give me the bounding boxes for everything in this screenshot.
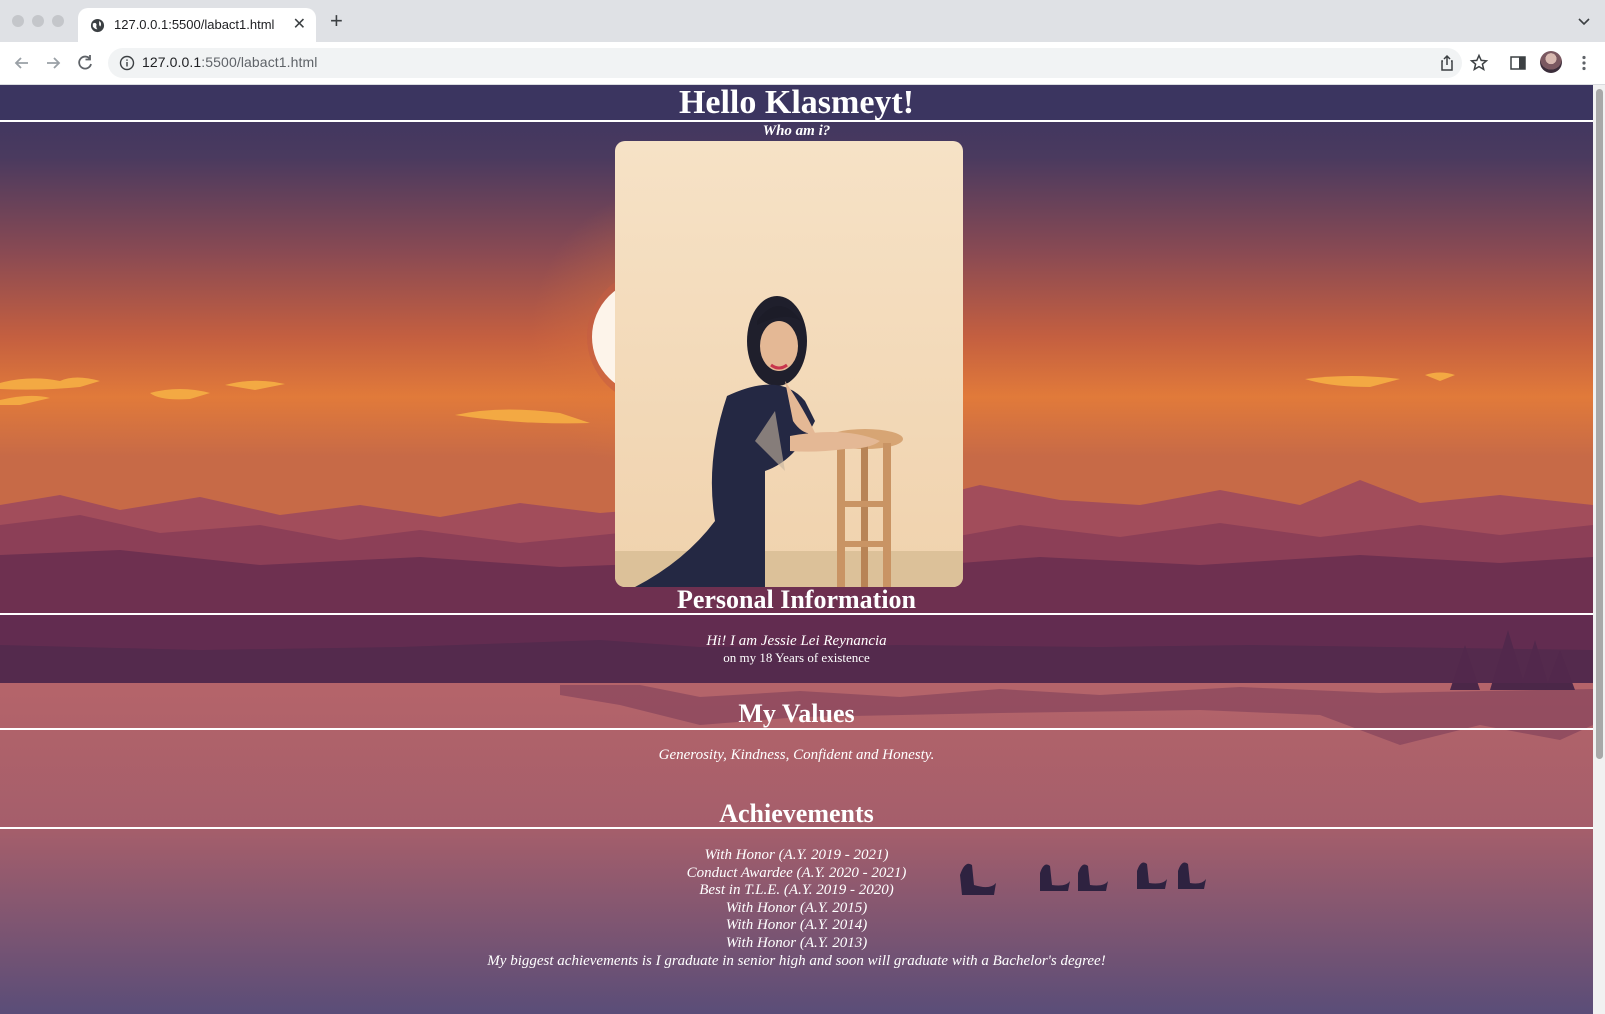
achievement-item: With Honor (A.Y. 2014) bbox=[725, 917, 868, 933]
subtitle: Who am i? bbox=[762, 123, 831, 139]
page-scrollbar[interactable] bbox=[1593, 85, 1605, 1014]
achievement-item: Best in T.L.E. (A.Y. 2019 - 2020) bbox=[699, 882, 894, 898]
page-viewport: Hello Klasmeyt! Who am i? Personal Infor… bbox=[0, 85, 1593, 1014]
window-minimize-dot[interactable] bbox=[32, 15, 44, 27]
close-icon[interactable]: ✕ bbox=[293, 14, 306, 34]
globe-icon bbox=[90, 18, 105, 33]
intro-text: Hi! I am Jessie Lei Reynancia bbox=[706, 633, 887, 649]
divider bbox=[0, 120, 1593, 122]
browser-toolbar: 127.0.0.1:5500/labact1.html bbox=[0, 42, 1605, 85]
avatar[interactable] bbox=[1540, 51, 1562, 73]
info-icon[interactable] bbox=[119, 55, 135, 71]
values-text: Generosity, Kindness, Confident and Hone… bbox=[658, 747, 935, 763]
page-content: Hello Klasmeyt! Who am i? Personal Infor… bbox=[0, 85, 1593, 1014]
achievements-heading: Achievements bbox=[719, 799, 874, 828]
achievement-item: Conduct Awardee (A.Y. 2020 - 2021) bbox=[686, 865, 907, 881]
url-text: 127.0.0.1:5500/labact1.html bbox=[142, 54, 318, 70]
forward-arrow-icon[interactable] bbox=[43, 53, 63, 73]
share-icon[interactable] bbox=[1437, 53, 1457, 73]
browser-tab[interactable]: 127.0.0.1:5500/labact1.html ✕ bbox=[78, 8, 316, 42]
achievement-item: My biggest achievements is I graduate in… bbox=[487, 953, 1106, 969]
address-bar[interactable]: 127.0.0.1:5500/labact1.html bbox=[108, 48, 1462, 78]
url-host: 127.0.0.1 bbox=[142, 54, 202, 70]
star-icon[interactable] bbox=[1469, 53, 1489, 73]
window-close-dot[interactable] bbox=[12, 15, 24, 27]
window-zoom-dot[interactable] bbox=[52, 15, 64, 27]
page-title: Hello Klasmeyt! bbox=[678, 85, 915, 121]
divider bbox=[0, 827, 1593, 829]
kebab-menu-icon[interactable] bbox=[1574, 53, 1594, 73]
scrollbar-thumb[interactable] bbox=[1596, 89, 1603, 759]
personal-info-heading: Personal Information bbox=[676, 585, 917, 614]
profile-photo bbox=[615, 141, 963, 587]
back-arrow-icon[interactable] bbox=[12, 53, 32, 73]
reload-icon[interactable] bbox=[75, 53, 95, 73]
tab-title: 127.0.0.1:5500/labact1.html bbox=[114, 17, 275, 32]
chevron-down-icon[interactable] bbox=[1577, 14, 1591, 28]
plus-icon[interactable]: + bbox=[330, 8, 343, 34]
values-heading: My Values bbox=[738, 699, 855, 728]
side-panel-icon[interactable] bbox=[1508, 53, 1528, 73]
age-text: on my 18 Years of existence bbox=[723, 650, 870, 665]
divider bbox=[0, 728, 1593, 730]
achievement-item: With Honor (A.Y. 2015) bbox=[725, 900, 868, 916]
achievement-item: With Honor (A.Y. 2019 - 2021) bbox=[704, 847, 889, 863]
url-path: :5500/labact1.html bbox=[201, 54, 318, 70]
browser-titlebar: 127.0.0.1:5500/labact1.html ✕ + bbox=[0, 0, 1605, 42]
achievement-item: With Honor (A.Y. 2013) bbox=[725, 935, 868, 951]
